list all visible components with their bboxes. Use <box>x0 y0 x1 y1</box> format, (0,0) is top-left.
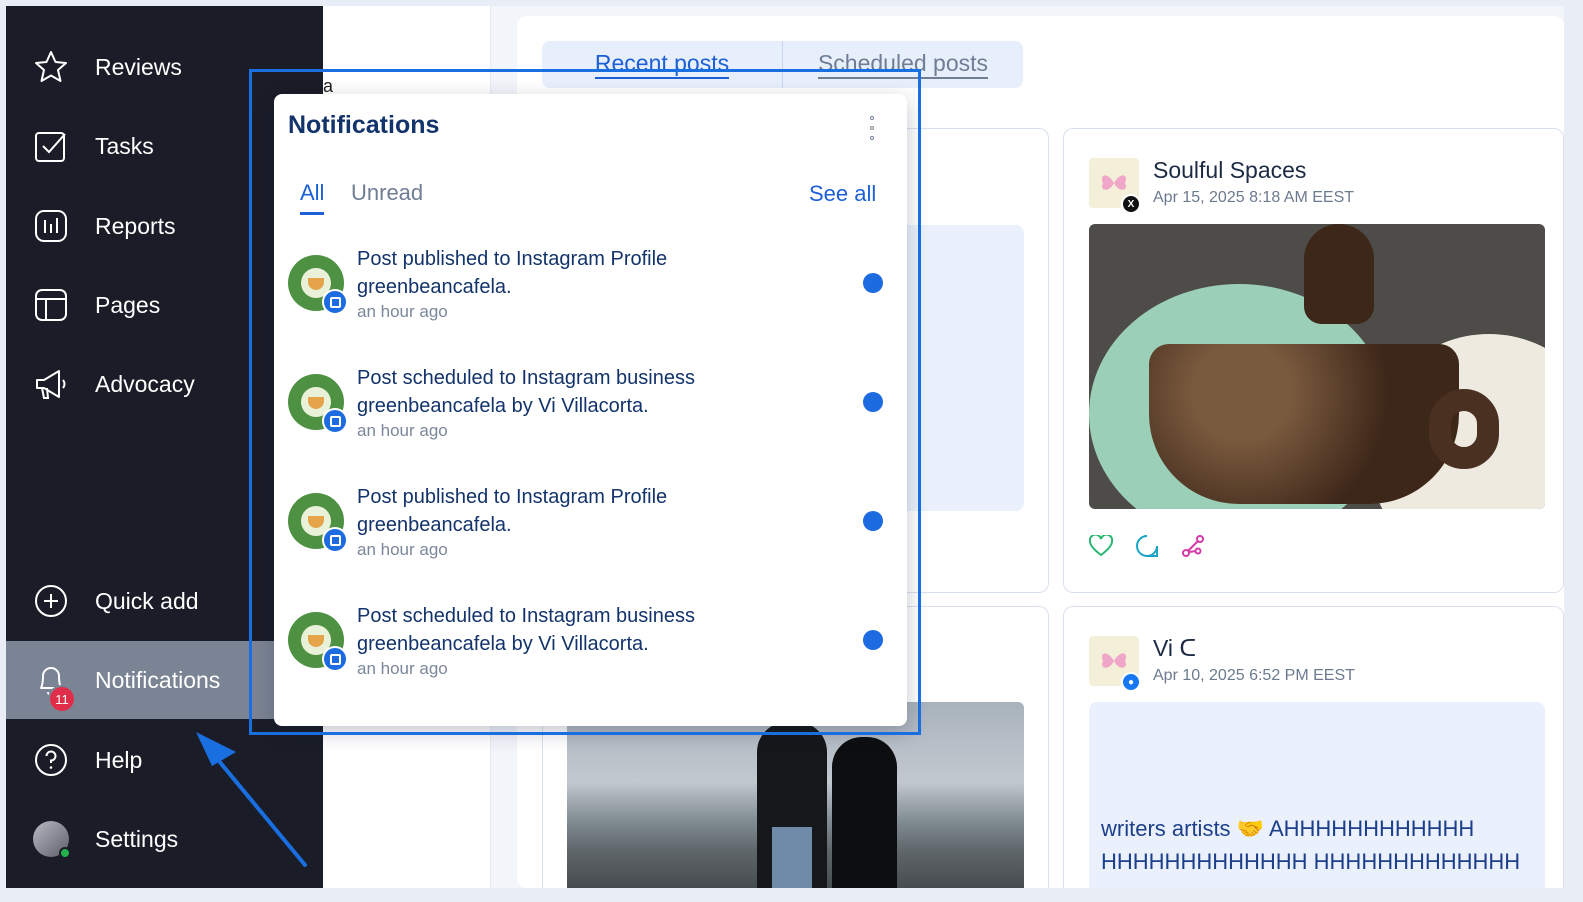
bluesky-icon: ● <box>1121 672 1141 692</box>
share-icon[interactable] <box>1181 534 1205 558</box>
post-text-card[interactable]: writers artists 🤝 AHHHHHHHHHHHH HHHHHHHH… <box>1089 702 1545 888</box>
post-actions <box>1089 534 1205 558</box>
account-name[interactable]: Vi ᑕ <box>1153 635 1196 662</box>
megaphone-icon <box>32 365 70 403</box>
bar-chart-icon <box>32 207 70 245</box>
post-text: writers artists 🤝 AHHHHHHHHHHHH HHHHHHHH… <box>1101 816 1521 874</box>
online-status-dot <box>59 847 71 859</box>
plus-circle-icon <box>32 582 70 620</box>
star-icon <box>32 48 70 86</box>
notification-count-badge: 11 <box>48 685 76 713</box>
sidebar-item-settings[interactable]: Settings <box>6 800 323 878</box>
help-circle-icon <box>32 741 70 779</box>
comment-icon[interactable] <box>1135 534 1159 558</box>
x-network-icon: X <box>1121 194 1141 214</box>
annotation-highlight-box <box>249 69 921 735</box>
heart-icon[interactable] <box>1089 534 1113 558</box>
layout-icon <box>32 286 70 324</box>
post-date: Apr 10, 2025 6:52 PM EEST <box>1153 667 1355 684</box>
post-card[interactable]: X Soulful Spaces Apr 15, 2025 8:18 AM EE… <box>1063 128 1564 593</box>
post-card[interactable]: ● Vi ᑕ Apr 10, 2025 6:52 PM EEST writers… <box>1063 606 1564 888</box>
checkbox-icon <box>32 127 70 165</box>
post-image[interactable] <box>1089 224 1545 509</box>
avatar <box>32 820 71 859</box>
post-date: Apr 15, 2025 8:18 AM EEST <box>1153 189 1355 206</box>
account-name[interactable]: Soulful Spaces <box>1153 157 1306 184</box>
